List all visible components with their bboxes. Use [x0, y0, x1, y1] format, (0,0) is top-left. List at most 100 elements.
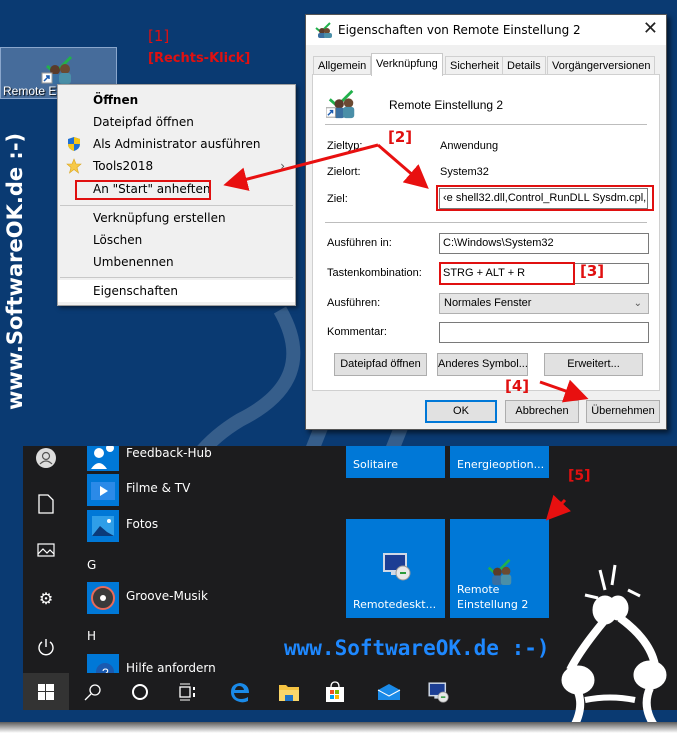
chevron-down-icon: ⌄: [633, 298, 642, 309]
annotation-right-click: [Rechts-Klick]: [148, 51, 251, 66]
pictures-icon[interactable]: [35, 542, 57, 564]
tab-vorgaengerversionen[interactable]: Vorgängerversionen: [547, 56, 656, 75]
start-button[interactable]: [23, 673, 69, 710]
store-icon: [326, 680, 344, 702]
ziel-highlight-box: [436, 185, 654, 211]
ausfuehren-label: Ausführen:: [327, 297, 381, 309]
tile-label: Energieoption...: [457, 458, 545, 471]
menu-item-open-file-location[interactable]: Dateipfad öffnen: [58, 111, 295, 133]
menu-item-label: Umbenennen: [93, 255, 174, 269]
file-explorer-icon: [279, 684, 299, 701]
section-letter-g[interactable]: G: [87, 558, 96, 572]
brand-url-text: www.SoftwareOK.de :-): [284, 636, 550, 660]
start-rail: ⚙: [23, 446, 69, 677]
file-explorer-button[interactable]: [266, 673, 312, 710]
tile-remote-einstellung-2[interactable]: Remote Einstellung 2: [450, 519, 549, 618]
remote-desktop-taskbar-button[interactable]: [415, 673, 461, 710]
menu-item-label: Eigenschaften: [93, 284, 179, 298]
search-button[interactable]: [70, 673, 116, 710]
app-name: Filme & TV: [126, 481, 191, 495]
apply-button[interactable]: Übernehmen: [586, 400, 660, 423]
edge-icon: [231, 682, 249, 702]
menu-item-rename[interactable]: Umbenennen: [58, 251, 295, 273]
remote-desktop-icon: [383, 553, 411, 581]
tab-details[interactable]: Details: [502, 56, 546, 75]
annotation-step-2: [2]: [388, 128, 413, 146]
remote-settings-icon: [41, 55, 73, 84]
menu-item-label: Verknüpfung erstellen: [93, 211, 226, 225]
groove-music-icon: [87, 582, 119, 614]
shortcut-large-icon: [326, 89, 355, 119]
menu-item-label: Dateipfad öffnen: [93, 115, 194, 129]
ausfuehren-select[interactable]: Normales Fenster ⌄: [439, 293, 649, 314]
windows-logo-icon: [38, 683, 54, 700]
section-letter-h[interactable]: H: [87, 629, 96, 643]
menu-item-open[interactable]: Öffnen: [58, 89, 295, 111]
annotation-step-5: [5]: [568, 468, 591, 484]
submenu-arrow-icon: ›: [280, 159, 285, 173]
close-icon[interactable]: ✕: [643, 18, 658, 39]
search-icon: [84, 683, 101, 700]
cortana-circle-icon: [132, 683, 148, 700]
menu-item-delete[interactable]: Löschen: [58, 229, 295, 251]
tile-label: Remote Einstellung 2: [457, 583, 529, 611]
kommentar-input[interactable]: [439, 322, 649, 343]
tab-allgemein[interactable]: Allgemein: [313, 56, 372, 75]
menu-separator: [60, 205, 293, 206]
annotation-step-4: [4]: [505, 377, 530, 395]
ausfuehren-in-input[interactable]: C:\Windows\System32: [439, 233, 649, 254]
advanced-button[interactable]: Erweitert...: [544, 353, 643, 376]
mail-icon: [377, 683, 401, 700]
settings-gear-icon[interactable]: ⚙: [35, 589, 57, 611]
ok-button[interactable]: OK: [425, 400, 497, 423]
kommentar-label: Kommentar:: [327, 326, 387, 338]
app-name: Groove-Musik: [126, 589, 208, 603]
menu-separator: [60, 277, 293, 278]
pin-to-start-highlight-box: [75, 180, 211, 200]
tile-solitaire[interactable]: Solitaire: [346, 446, 445, 478]
hotkey-highlight-box: [439, 262, 575, 285]
uac-shield-icon: [68, 137, 80, 151]
menu-item-properties[interactable]: Eigenschaften: [58, 280, 295, 302]
menu-item-create-shortcut[interactable]: Verknüpfung erstellen: [58, 207, 295, 229]
annotation-step-1: [1]: [148, 27, 170, 45]
menu-item-label: Tools2018: [93, 159, 154, 173]
app-name: Feedback-Hub: [126, 446, 212, 460]
dialog-titlebar[interactable]: Eigenschaften von Remote Einstellung 2 ✕: [306, 15, 666, 45]
menu-item-run-as-admin[interactable]: Als Administrator ausführen: [58, 133, 295, 155]
ausfuehren-in-label: Ausführen in:: [327, 237, 392, 249]
task-view-icon: [179, 683, 195, 700]
cartoon-mascot-image: [561, 564, 667, 733]
context-menu: Öffnen Dateipfad öffnen Als Administrato…: [57, 84, 296, 306]
divider: [325, 222, 647, 223]
power-icon[interactable]: [35, 638, 57, 660]
feedback-hub-icon: [87, 446, 119, 471]
divider: [325, 124, 647, 125]
tile-label: Solitaire: [353, 458, 398, 471]
remote-settings-icon: [315, 22, 332, 38]
zielort-value: System32: [440, 166, 489, 178]
task-view-button[interactable]: [164, 673, 210, 710]
tab-sicherheit[interactable]: Sicherheit: [445, 56, 504, 75]
menu-item-tools2018[interactable]: Tools2018 ›: [58, 155, 295, 177]
annotation-step-3: [3]: [580, 262, 605, 280]
documents-icon[interactable]: [35, 494, 57, 516]
mail-button[interactable]: [366, 673, 412, 710]
tile-remotedesktop[interactable]: Remotedeskt...: [346, 519, 445, 618]
store-button[interactable]: [312, 673, 358, 710]
edge-button[interactable]: [217, 673, 263, 710]
change-icon-button[interactable]: Anderes Symbol...: [437, 353, 528, 376]
menu-item-label: Als Administrator ausführen: [93, 137, 261, 151]
cortana-button[interactable]: [117, 673, 163, 710]
zielort-label: Zielort:: [327, 166, 361, 178]
shortcut-tab-page: Remote Einstellung 2 Zieltyp: Anwendung …: [312, 74, 660, 391]
tastenkombination-label: Tastenkombination:: [327, 267, 422, 279]
menu-item-label: Öffnen: [93, 93, 139, 107]
tab-verknuepfung[interactable]: Verknüpfung: [371, 53, 443, 76]
movies-tv-icon: [87, 474, 119, 506]
user-avatar-icon[interactable]: [35, 447, 57, 469]
cancel-button[interactable]: Abbrechen: [505, 400, 579, 423]
open-file-location-button[interactable]: Dateipfad öffnen: [334, 353, 427, 376]
screenshot-bottom-shadow: [0, 722, 677, 733]
tile-energieoptionen[interactable]: Energieoption...: [450, 446, 549, 478]
